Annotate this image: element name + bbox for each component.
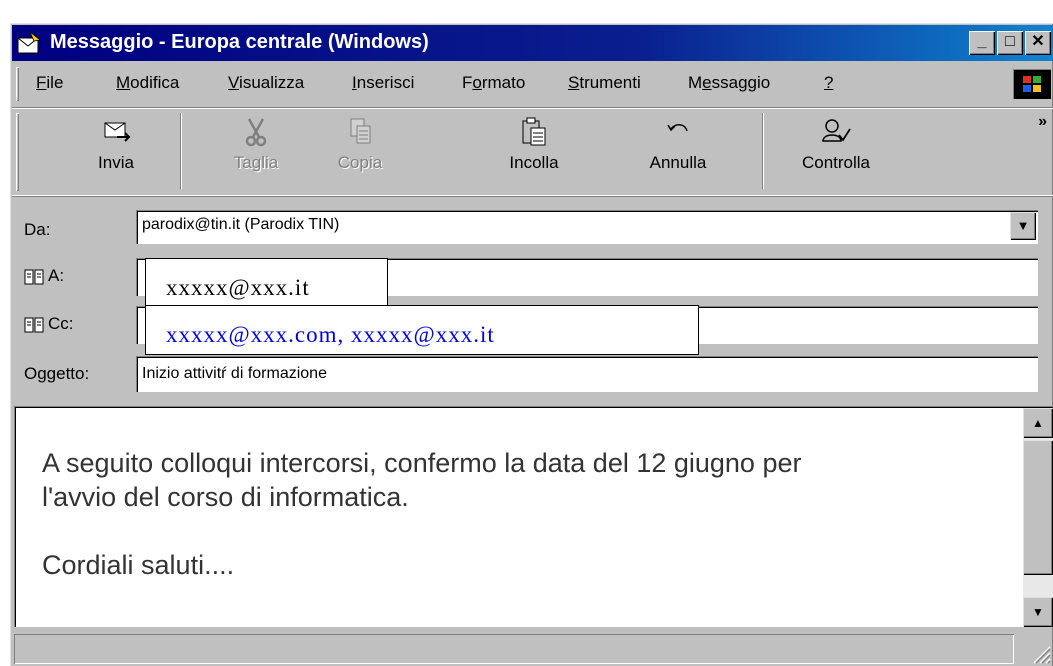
- subject-label: Oggetto:: [24, 364, 90, 383]
- toolbar-grip[interactable]: [16, 113, 19, 191]
- toolbar-overflow-chevron[interactable]: »: [1038, 113, 1047, 131]
- cut-button[interactable]: Taglia: [206, 115, 306, 173]
- from-label: Da:: [24, 220, 51, 239]
- windows-logo-icon: [1013, 69, 1051, 99]
- minimize-button[interactable]: _: [969, 31, 995, 55]
- from-combobox[interactable]: parodix@tin.it (Parodix TIN) ▼: [136, 210, 1038, 244]
- to-label-row[interactable]: A:: [24, 266, 64, 286]
- envelope-icon: [17, 31, 41, 54]
- vertical-scrollbar[interactable]: ▲ ▼: [1023, 408, 1053, 627]
- toolbar-separator: [180, 113, 182, 189]
- menubar-grip[interactable]: [16, 67, 19, 101]
- clipboard-icon: [522, 117, 546, 146]
- cc-label-row[interactable]: Cc:: [24, 314, 74, 334]
- subject-field[interactable]: Inizio attivitŕ di formazione: [136, 356, 1038, 392]
- from-dropdown-button[interactable]: ▼: [1010, 212, 1036, 240]
- undo-icon: [667, 124, 688, 132]
- cc-value: xxxxx@xxx.com, xxxxx@xxx.it: [166, 322, 495, 347]
- paste-button[interactable]: Incolla: [484, 115, 584, 173]
- check-names-button[interactable]: Controlla: [786, 115, 886, 173]
- resize-grip-icon[interactable]: [1029, 642, 1051, 664]
- menu-file[interactable]: File: [36, 73, 63, 93]
- copy-button[interactable]: Copia: [310, 115, 410, 173]
- menu-help[interactable]: ?: [824, 73, 833, 93]
- scroll-down-button[interactable]: ▼: [1023, 597, 1053, 627]
- title-bar[interactable]: Messaggio - Europa centrale (Windows) _ …: [12, 25, 1053, 61]
- to-value: xxxxx@xxx.it: [166, 275, 310, 300]
- toolbar-separator: [762, 113, 764, 189]
- to-address-box: xxxxx@xxx.it: [145, 258, 388, 306]
- scroll-up-button[interactable]: ▲: [1023, 408, 1053, 438]
- undo-button[interactable]: Annulla: [628, 115, 728, 173]
- message-text: A seguito colloqui intercorsi, confermo …: [42, 446, 1002, 582]
- close-button[interactable]: ✕: [1025, 31, 1051, 55]
- scissors-icon: [245, 118, 267, 147]
- status-bar: [12, 630, 1053, 666]
- message-body[interactable]: A seguito colloqui intercorsi, confermo …: [14, 406, 1053, 627]
- check-names-icon: [822, 119, 851, 142]
- menu-messaggio[interactable]: Messaggio: [688, 73, 770, 93]
- maximize-button[interactable]: □: [997, 31, 1023, 55]
- menu-formato[interactable]: Formato: [462, 73, 525, 93]
- address-book-icon: [24, 269, 44, 285]
- subject-value: Inizio attivitŕ di formazione: [142, 365, 327, 382]
- status-panel: [14, 634, 1014, 664]
- window-title: Messaggio - Europa centrale (Windows): [50, 31, 429, 53]
- body-line: A seguito colloqui intercorsi, confermo …: [42, 448, 802, 478]
- toolbar: Invia Taglia Copia Incolla Annulla Contr…: [12, 107, 1053, 197]
- send-button[interactable]: Invia: [66, 115, 166, 173]
- cc-address-box: xxxxx@xxx.com, xxxxx@xxx.it: [145, 305, 699, 355]
- menu-visualizza[interactable]: Visualizza: [228, 73, 304, 93]
- menu-inserisci[interactable]: Inserisci: [352, 73, 414, 93]
- menu-bar: File Modifica Visualizza Inserisci Forma…: [12, 63, 1053, 105]
- address-book-icon: [24, 317, 44, 333]
- send-icon: [104, 122, 131, 142]
- from-value: parodix@tin.it (Parodix TIN): [142, 216, 340, 233]
- menu-modifica[interactable]: Modifica: [116, 73, 179, 93]
- scroll-thumb[interactable]: [1023, 440, 1053, 575]
- copy-icon: [350, 118, 371, 144]
- menu-strumenti[interactable]: Strumenti: [568, 73, 641, 93]
- body-line: l'avvio del corso di informatica.: [42, 482, 409, 512]
- body-line: Cordiali saluti....: [42, 550, 235, 580]
